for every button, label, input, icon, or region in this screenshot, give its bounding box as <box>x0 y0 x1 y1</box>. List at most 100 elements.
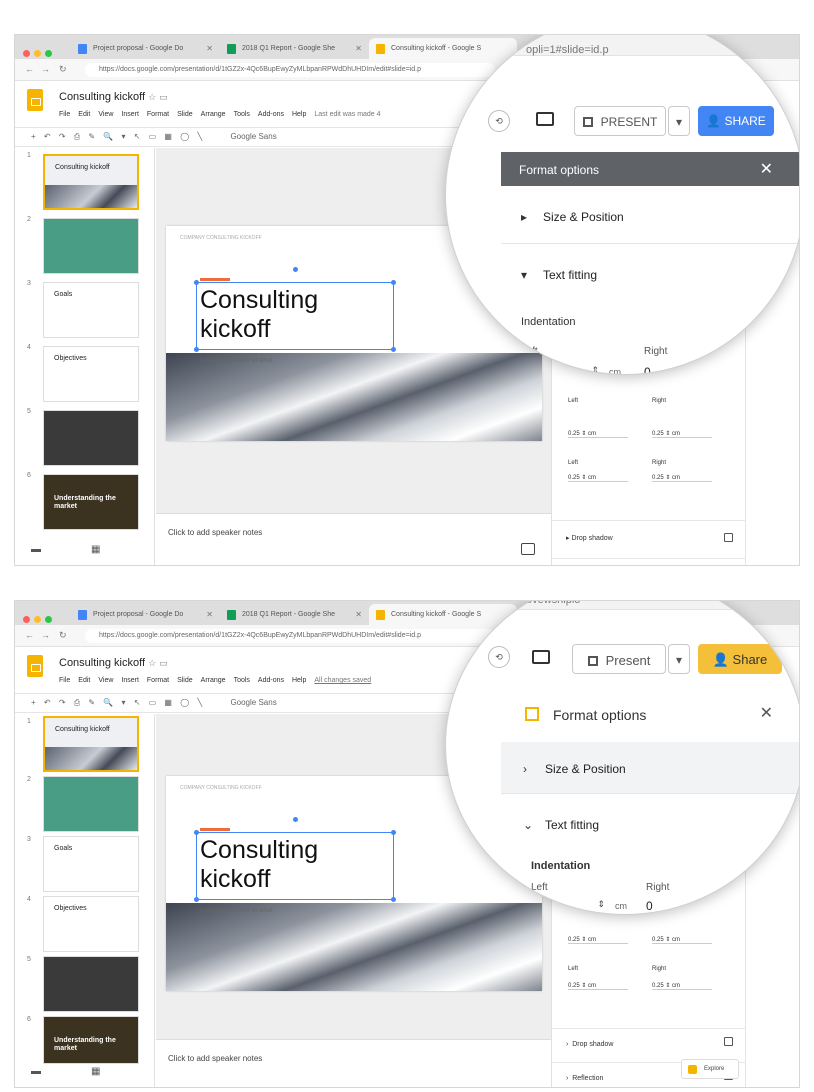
indent-right-input[interactable]: 0 ⇕ cm <box>646 896 746 914</box>
slides-logo-icon[interactable] <box>27 89 43 111</box>
slide-thumb-6[interactable]: Understanding the market <box>43 474 139 530</box>
indent-right-input[interactable]: 0 ⇕ cm <box>644 362 748 374</box>
present-button[interactable]: Present <box>572 644 666 674</box>
padding-right-input[interactable]: 0.25 ⇕ cm <box>652 474 712 482</box>
stepper-icon[interactable]: ⇕ <box>591 365 599 374</box>
padding-bottom-input[interactable]: 0.25 ⇕ cm <box>652 936 712 944</box>
drop-shadow-section[interactable]: ▸ Drop shadow <box>552 520 747 558</box>
slide-thumb-3[interactable]: Goals <box>43 282 139 338</box>
menu-edit[interactable]: Edit <box>78 677 90 684</box>
editing-toolbar[interactable]: + ↶ ↷ ⎙ ✎ 🔍 ▾ ↖ ▭ ▦ ◯ ╲ Google Sans <box>15 693 485 713</box>
resize-handle[interactable] <box>194 347 199 352</box>
speaker-notes[interactable]: Click to add speaker notes <box>156 513 551 565</box>
browser-tab-docs[interactable]: Project proposal - Google Do ✕ <box>71 604 219 625</box>
slide-thumb-1[interactable]: Consulting kickoff <box>43 716 139 772</box>
menu-view[interactable]: View <box>98 111 113 118</box>
forward-icon[interactable]: → <box>41 630 50 640</box>
padding-top-input[interactable]: 0.25 ⇕ cm <box>568 430 628 438</box>
forward-icon[interactable]: → <box>41 64 50 74</box>
toolbar-icons[interactable]: + ↶ ↷ ⎙ ✎ 🔍 ▾ ↖ ▭ ▦ ◯ ╲ <box>31 132 205 141</box>
drop-shadow-checkbox[interactable] <box>724 1037 733 1046</box>
resize-handle[interactable] <box>391 347 396 352</box>
browser-tab-sheets[interactable]: 2018 Q1 Report - Google She ✕ <box>220 38 368 59</box>
maximize-window-button[interactable] <box>45 616 52 623</box>
stepper-icon[interactable]: ⇕ <box>714 365 722 374</box>
reflection-section[interactable]: ▸ Reflection <box>552 558 747 565</box>
present-button[interactable]: PRESENT <box>574 106 666 136</box>
slide-subtitle[interactable]: Lorem ipsum dolor sit amet <box>200 358 272 364</box>
size-position-section[interactable]: ▸ Size & Position <box>501 186 799 244</box>
close-icon[interactable]: ✕ <box>760 159 773 179</box>
menu-insert[interactable]: Insert <box>121 677 139 684</box>
present-dropdown[interactable]: ▾ <box>668 644 690 674</box>
activity-icon[interactable]: ⟲ <box>488 646 510 668</box>
slide-subtitle[interactable]: Lorem ipsum dolor sit amet <box>200 908 272 914</box>
menu-file[interactable]: File <box>59 677 70 684</box>
explore-button[interactable]: Explore <box>681 1059 739 1079</box>
toolbar-icons[interactable]: + ↶ ↷ ⎙ ✎ 🔍 ▾ ↖ ▭ ▦ ◯ ╲ <box>31 698 205 707</box>
menu-view[interactable]: View <box>98 677 113 684</box>
close-tab-icon[interactable]: ✕ <box>355 44 362 53</box>
menu-edit[interactable]: Edit <box>78 111 90 118</box>
font-select[interactable]: Google Sans <box>230 132 276 141</box>
resize-handle[interactable] <box>194 280 199 285</box>
close-window-button[interactable] <box>23 616 30 623</box>
menu-tools[interactable]: Tools <box>234 677 250 684</box>
slide-thumb-1[interactable]: Consulting kickoff <box>43 154 139 210</box>
folder-icon[interactable]: ▭ <box>159 92 168 102</box>
slide-thumb-5[interactable] <box>43 410 139 466</box>
stepper-icon[interactable]: ⇕ <box>597 899 605 910</box>
document-title[interactable]: Consulting kickoff ☆ ▭ <box>59 91 168 103</box>
indent-left-input[interactable]: 0 ⇕ cm <box>531 896 631 914</box>
selection-box[interactable] <box>194 267 396 352</box>
view-toggle-icons[interactable]: ▬▦ <box>31 544 150 555</box>
drop-shadow-checkbox[interactable] <box>724 533 733 542</box>
url-input[interactable]: https://docs.google.com/presentation/d/1… <box>85 63 495 77</box>
menu-arrange[interactable]: Arrange <box>201 677 226 684</box>
slide-thumb-6[interactable]: Understanding the market <box>43 1016 139 1064</box>
url-input[interactable]: https://docs.google.com/presentation/d/1… <box>85 629 495 643</box>
comments-icon[interactable] <box>532 650 550 664</box>
share-button[interactable]: 👤 SHARE <box>698 106 774 136</box>
menu-addons[interactable]: Add-ons <box>258 111 284 118</box>
comments-icon[interactable] <box>536 112 554 126</box>
share-button[interactable]: 👤 Share <box>698 644 782 674</box>
activity-icon[interactable]: ⟲ <box>488 110 510 132</box>
browser-tab-sheets[interactable]: 2018 Q1 Report - Google She ✕ <box>220 604 368 625</box>
resize-handle[interactable] <box>194 897 199 902</box>
close-tab-icon[interactable]: ✕ <box>206 610 213 619</box>
explore-icon[interactable] <box>521 543 535 555</box>
slide-thumb-3[interactable]: Goals <box>43 836 139 892</box>
menu-file[interactable]: File <box>59 111 70 118</box>
resize-handle[interactable] <box>391 280 396 285</box>
reload-icon[interactable]: ↻ <box>59 64 67 75</box>
menu-format[interactable]: Format <box>147 677 169 684</box>
size-position-section[interactable]: › Size & Position <box>501 742 799 794</box>
menu-tools[interactable]: Tools <box>234 111 250 118</box>
slide-thumb-2[interactable] <box>43 218 139 274</box>
folder-icon[interactable]: ▭ <box>159 658 168 668</box>
slides-logo-icon[interactable] <box>27 655 43 677</box>
drop-shadow-section[interactable]: › Drop shadow <box>552 1028 747 1062</box>
padding-right-input[interactable]: 0.25 ⇕ cm <box>652 982 712 990</box>
close-icon[interactable]: ✕ <box>760 703 773 723</box>
browser-tab-docs[interactable]: Project proposal - Google Do ✕ <box>71 38 219 59</box>
back-icon[interactable]: ← <box>25 64 34 74</box>
menu-insert[interactable]: Insert <box>121 111 139 118</box>
slide-thumb-5[interactable] <box>43 956 139 1012</box>
speaker-notes[interactable]: Click to add speaker notes <box>156 1039 551 1087</box>
rotate-handle[interactable] <box>293 267 298 272</box>
star-icon[interactable]: ☆ <box>148 92 156 102</box>
slide-thumb-4[interactable]: Objectives <box>43 346 139 402</box>
padding-left-input[interactable]: 0.25 ⇕ cm <box>568 982 628 990</box>
resize-handle[interactable] <box>194 830 199 835</box>
back-icon[interactable]: ← <box>25 630 34 640</box>
menu-slide[interactable]: Slide <box>177 111 193 118</box>
slide-thumb-2[interactable] <box>43 776 139 832</box>
maximize-window-button[interactable] <box>45 50 52 57</box>
menu-slide[interactable]: Slide <box>177 677 193 684</box>
minimize-window-button[interactable] <box>34 50 41 57</box>
menu-addons[interactable]: Add-ons <box>258 677 284 684</box>
minimize-window-button[interactable] <box>34 616 41 623</box>
selection-box[interactable] <box>194 817 396 902</box>
